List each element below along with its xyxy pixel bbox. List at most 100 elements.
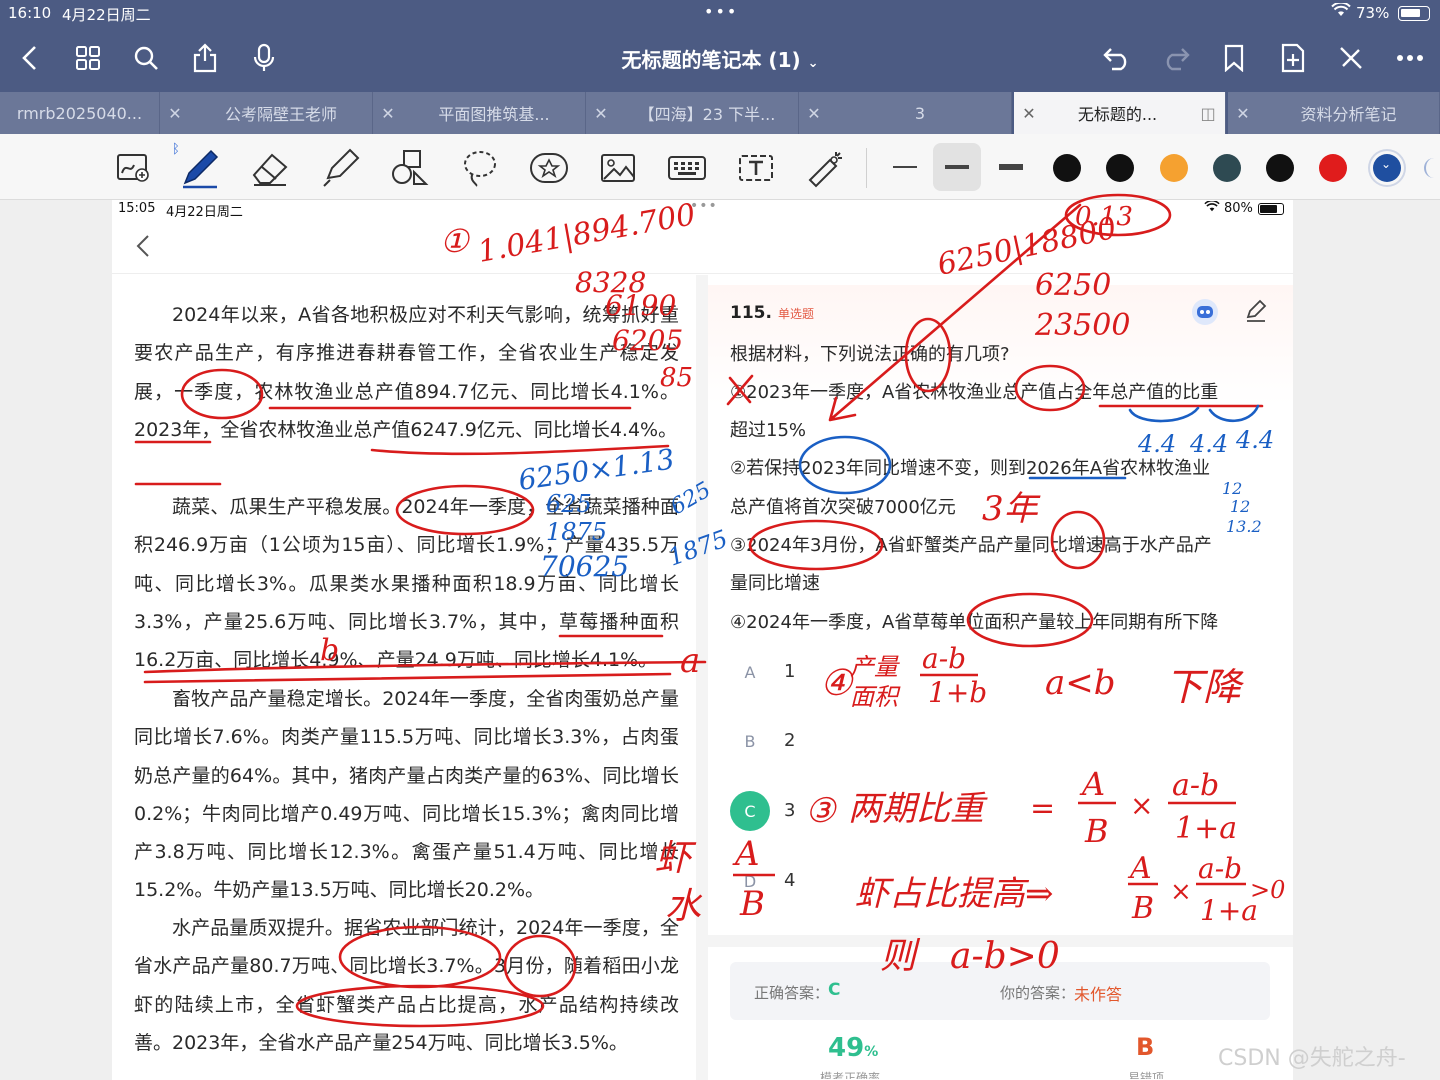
close-icon[interactable]: ✕	[1014, 104, 1044, 123]
top-navigation-bar: 16:10 4月22日周二 ••• 73% 无标题的笔记本 (1) ⌄	[0, 0, 1440, 92]
highlighter-icon[interactable]	[318, 146, 362, 190]
statement-3-line-1: ③2024年3月份，A省虾蟹类产品产量同比增速高于水产品产	[730, 535, 1212, 556]
stroke-thin[interactable]	[881, 143, 929, 191]
share-icon[interactable]	[187, 40, 223, 76]
statement-4-line-1: ④2024年一季度，A省草莓单位面积产量较上年同期有所下降	[730, 612, 1219, 633]
multitask-dots-icon[interactable]: •••	[704, 2, 738, 21]
chevron-down-icon: ⌄	[807, 56, 819, 71]
bookmark-icon[interactable]	[1216, 40, 1252, 76]
option-b-letter: B	[744, 731, 756, 751]
back-icon[interactable]	[12, 40, 48, 76]
pen-icon[interactable]	[178, 146, 222, 190]
statement-2-line-2: 总产值将首次突破7000亿元	[730, 497, 956, 518]
accuracy-rate-value: 49	[828, 1033, 865, 1063]
tab-6[interactable]: ✕ 资料分析笔记	[1228, 92, 1440, 134]
grid-icon[interactable]	[70, 40, 106, 76]
tab-4[interactable]: ✕ 3	[799, 92, 1012, 134]
inner-back-icon[interactable]	[136, 234, 150, 262]
edit-note-icon[interactable]	[1244, 299, 1268, 327]
redo-icon[interactable]	[1158, 40, 1194, 76]
common-wrong-label: 易错项	[1128, 1071, 1165, 1079]
your-answer-value: 未作答	[1074, 985, 1123, 1004]
close-icon[interactable]: ✕	[799, 104, 829, 123]
passage-paragraph-3: 畜牧产品产量稳定增长。2024年一季度，全省肉蛋奶总产量同比增长7.6%。肉类产…	[134, 688, 679, 902]
color-swatch-2[interactable]	[1106, 154, 1134, 182]
answer-summary: 正确答案： C 你的答案： 未作答	[730, 962, 1270, 1020]
tab-label: 【四海】23 下半...	[638, 105, 776, 124]
option-a-value: 1	[784, 661, 796, 682]
tab-label: rmrb2025040...	[16, 103, 143, 123]
notebook-title-text: 无标题的笔记本 (1)	[621, 48, 801, 72]
keyboard-icon[interactable]	[665, 146, 709, 190]
lasso-icon[interactable]	[458, 146, 502, 190]
color-swatch-6[interactable]	[1319, 154, 1347, 182]
color-swatch-selected[interactable]: ⌄	[1373, 154, 1401, 182]
stroke-medium[interactable]	[933, 143, 981, 191]
question-stem: 根据材料，下列说法正确的有几项?	[730, 344, 1010, 365]
option-a-letter: A	[744, 662, 756, 682]
color-swatch-3[interactable]	[1160, 154, 1188, 182]
ai-assistant-icon[interactable]	[1190, 297, 1220, 331]
search-icon[interactable]	[128, 40, 164, 76]
document-tabs: rmrb2025040... ✕ 公考隔壁王老师 ✕ 平面图推筑基... ✕ 【…	[0, 92, 1440, 134]
inner-wifi-icon	[1204, 200, 1220, 216]
screenshot-page: 15:05 4月22日周二 ••• 80% 2024年以来，A省各地积极应对不利…	[112, 198, 1293, 1080]
common-wrong-option: B	[1136, 1033, 1155, 1061]
option-d-value: 4	[784, 870, 796, 891]
wifi-icon	[1331, 1, 1351, 21]
question-pane: 115. 单选题 根据材料，下列说法正确的有几项? ①2023年一季度，A省农林…	[708, 285, 1293, 1080]
inner-battery-percent: 80%	[1224, 201, 1253, 216]
stroke-thick[interactable]	[987, 143, 1035, 191]
text-icon[interactable]	[734, 146, 778, 190]
accuracy-rate-unit: %	[864, 1044, 879, 1060]
tab-label: 3	[914, 103, 926, 123]
tab-label: 公考隔壁王老师	[224, 105, 337, 124]
tab-3[interactable]: ✕ 【四海】23 下半...	[586, 92, 799, 134]
color-swatch-5[interactable]	[1266, 154, 1294, 182]
eraser-icon[interactable]	[248, 146, 292, 190]
correct-answer-label: 正确答案：	[754, 984, 830, 1002]
tab-2[interactable]: ✕ 平面图推筑基...	[373, 92, 586, 134]
inner-battery-icon	[1258, 203, 1284, 215]
statement-3-line-2: 量同比增速	[730, 573, 820, 594]
close-icon[interactable]: ✕	[1228, 104, 1258, 123]
laser-pointer-icon[interactable]	[804, 146, 848, 190]
tab-5-active[interactable]: ✕ 无标题的... ◫	[1014, 92, 1226, 134]
pen-off-icon[interactable]	[1333, 40, 1369, 76]
accuracy-rate-label: 模考正确率	[820, 1071, 881, 1079]
passage-paragraph-1: 2024年以来，A省各地积极应对不利天气影响，统筹抓好重要农产品生产，有序推进春…	[134, 304, 679, 441]
inner-status-time: 15:05	[118, 201, 156, 216]
close-icon[interactable]: ✕	[160, 104, 190, 123]
question-number: 115.	[730, 303, 772, 323]
shapes-icon[interactable]	[388, 146, 432, 190]
more-icon[interactable]	[1392, 40, 1428, 76]
notebook-title[interactable]: 无标题的笔记本 (1) ⌄	[560, 44, 880, 73]
question-type-badge: 单选题	[778, 307, 815, 321]
option-c-letter: C	[730, 791, 770, 831]
image-icon[interactable]	[596, 146, 640, 190]
image-add-icon[interactable]	[111, 146, 155, 190]
sticker-icon[interactable]	[527, 146, 571, 190]
microphone-icon[interactable]	[246, 40, 282, 76]
statement-2-line-1: ②若保持2023年同比增速不变，则到2026年A省农林牧渔业	[730, 458, 1211, 479]
correct-answer-value: C	[828, 980, 841, 1000]
split-view-icon[interactable]: ◫	[1191, 104, 1225, 123]
statement-1-line-2: 超过15%	[730, 420, 807, 441]
toolbar-divider	[866, 148, 867, 188]
more-colors-edge[interactable]	[1424, 158, 1440, 178]
pane-divider[interactable]	[696, 275, 708, 1080]
option-c-value: 3	[784, 800, 796, 821]
tab-1[interactable]: ✕ 公考隔壁王老师	[160, 92, 373, 134]
battery-icon	[1398, 6, 1430, 21]
bluetooth-icon: ᛒ	[172, 142, 180, 157]
close-icon[interactable]: ✕	[586, 104, 616, 123]
status-time: 16:10	[8, 4, 52, 22]
tab-0[interactable]: rmrb2025040...	[0, 92, 160, 134]
tab-label: 无标题的...	[1077, 105, 1158, 124]
color-swatch-4[interactable]	[1213, 154, 1241, 182]
color-swatch-1[interactable]	[1053, 154, 1081, 182]
add-page-icon[interactable]	[1275, 40, 1311, 76]
undo-icon[interactable]	[1099, 40, 1135, 76]
your-answer-label: 你的答案：	[1000, 984, 1076, 1002]
close-icon[interactable]: ✕	[373, 104, 403, 123]
